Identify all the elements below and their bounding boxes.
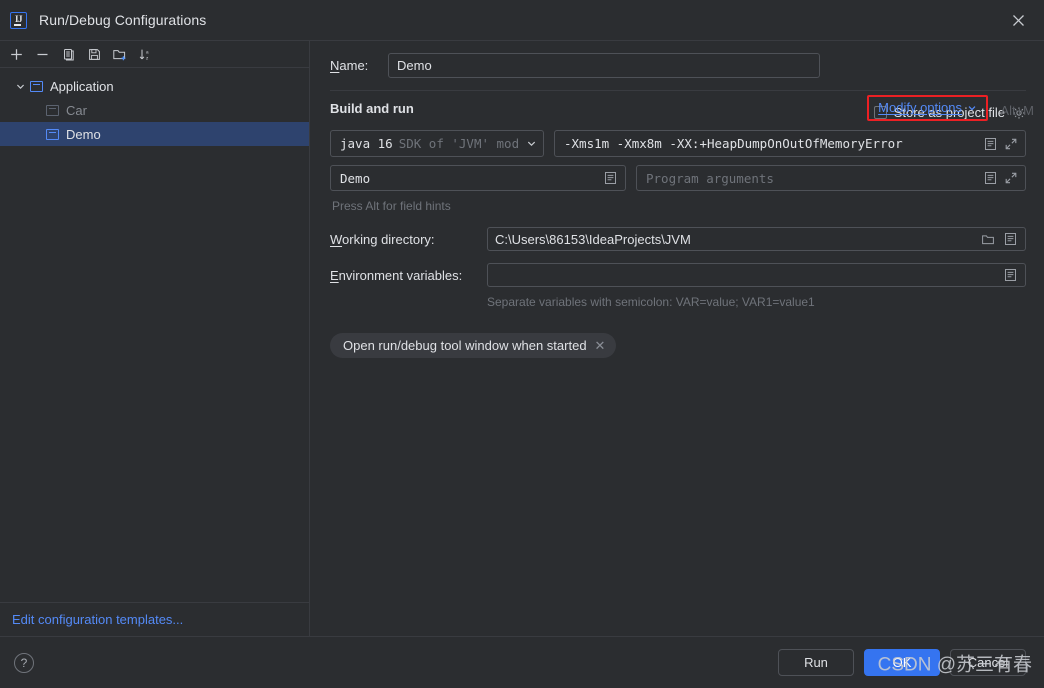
ok-button[interactable]: OK bbox=[864, 649, 940, 676]
sort-alphabetically-icon[interactable]: a z bbox=[134, 43, 158, 65]
working-directory-label: Working directory: bbox=[330, 231, 435, 247]
section-title: Build and run bbox=[330, 101, 414, 116]
tree-item-label: Car bbox=[66, 102, 87, 118]
close-icon[interactable] bbox=[1006, 8, 1030, 32]
build-run-fields: java 16 SDK of 'JVM' mod -Xms1m -Xmx8m -… bbox=[310, 130, 1044, 358]
configuration-form: Name: Demo Store as project file Build a… bbox=[310, 40, 1044, 636]
chip-label: Open run/debug tool window when started bbox=[343, 338, 587, 353]
build-and-run-section-header: Build and run Modify options Alt+M bbox=[310, 91, 1044, 121]
chevron-down-icon[interactable] bbox=[526, 138, 537, 149]
insert-macro-icon[interactable] bbox=[1000, 232, 1021, 246]
application-config-icon bbox=[46, 104, 59, 116]
options-chip-row: Open run/debug tool window when started … bbox=[330, 333, 1026, 358]
help-button[interactable]: ? bbox=[14, 652, 34, 673]
footer-buttons: Run OK Cancel bbox=[778, 649, 1026, 676]
save-configuration-button[interactable] bbox=[82, 43, 106, 65]
remove-configuration-button[interactable] bbox=[30, 43, 54, 65]
environment-variables-hint: Separate variables with semicolon: VAR=v… bbox=[487, 295, 815, 309]
environment-variables-input[interactable] bbox=[487, 263, 1026, 287]
working-directory-row: Working directory: C:\Users\86153\IdeaPr… bbox=[330, 227, 1026, 251]
svg-text:a: a bbox=[146, 49, 149, 54]
intellij-idea-icon: IJ bbox=[10, 11, 27, 29]
tree-group-label: Application bbox=[50, 78, 114, 94]
environment-variables-row: Environment variables: bbox=[330, 263, 1026, 287]
main-class-and-args-row: Demo Program arguments bbox=[330, 165, 1026, 191]
add-configuration-button[interactable] bbox=[4, 43, 28, 65]
title-bar: IJ Run/Debug Configurations bbox=[0, 0, 1044, 40]
environment-variables-label: Environment variables: bbox=[330, 267, 463, 283]
jre-select[interactable]: java 16 SDK of 'JVM' mod bbox=[330, 130, 544, 157]
modify-options-shortcut: Alt+M bbox=[1000, 103, 1034, 118]
chevron-down-icon[interactable] bbox=[967, 103, 977, 113]
svg-text:z: z bbox=[146, 55, 149, 60]
expand-icon[interactable] bbox=[1001, 171, 1021, 185]
folder-icon[interactable] bbox=[976, 233, 1000, 246]
configurations-panel: a z Application Car Demo Edit configurat… bbox=[0, 40, 310, 636]
tree-item-car[interactable]: Car bbox=[0, 98, 309, 122]
jre-description: SDK of 'JVM' mod bbox=[398, 136, 520, 151]
insert-macro-icon[interactable] bbox=[980, 171, 1001, 185]
expand-icon[interactable] bbox=[1001, 137, 1021, 151]
cancel-button[interactable]: Cancel bbox=[950, 649, 1026, 676]
tree-item-label: Demo bbox=[66, 126, 101, 142]
chevron-down-icon[interactable] bbox=[12, 78, 28, 94]
name-input[interactable]: Demo bbox=[388, 53, 820, 78]
program-arguments-input[interactable]: Program arguments bbox=[636, 165, 1026, 191]
program-arguments-placeholder: Program arguments bbox=[646, 170, 774, 186]
working-directory-value: C:\Users\86153\IdeaProjects\JVM bbox=[495, 231, 691, 247]
application-config-icon bbox=[30, 80, 43, 92]
insert-macro-icon[interactable] bbox=[980, 137, 1001, 151]
tree-group-application[interactable]: Application bbox=[0, 74, 309, 98]
vm-options-input[interactable]: -Xms1m -Xmx8m -XX:+HeapDumpOnOutOfMemory… bbox=[554, 130, 1026, 157]
field-hint: Press Alt for field hints bbox=[332, 199, 451, 213]
run-debug-configurations-dialog: IJ Run/Debug Configurations a z Applicat… bbox=[0, 0, 1044, 688]
dialog-footer: ? Run OK Cancel CSDN @苏三有春 bbox=[0, 636, 1044, 688]
name-label: Name: bbox=[330, 58, 369, 73]
main-class-value: Demo bbox=[340, 170, 371, 186]
modify-options-highlight[interactable]: Modify options bbox=[867, 95, 988, 121]
close-small-icon[interactable]: ✕ bbox=[595, 339, 606, 352]
dialog-body: a z Application Car Demo Edit configurat… bbox=[0, 40, 1044, 636]
new-folder-icon[interactable] bbox=[108, 43, 132, 65]
edit-configuration-templates-link[interactable]: Edit configuration templates... bbox=[12, 612, 183, 627]
copy-configuration-button[interactable] bbox=[56, 43, 80, 65]
jre-value: java 16 bbox=[340, 136, 393, 151]
vm-options-value: -Xms1m -Xmx8m -XX:+HeapDumpOnOutOfMemory… bbox=[564, 136, 903, 151]
open-tool-window-chip[interactable]: Open run/debug tool window when started … bbox=[330, 333, 617, 358]
application-config-icon bbox=[46, 128, 59, 140]
name-row: Name: Demo bbox=[310, 41, 1044, 78]
window-title: Run/Debug Configurations bbox=[39, 12, 207, 28]
modify-options-link[interactable]: Modify options bbox=[878, 100, 962, 115]
edit-templates-footer: Edit configuration templates... bbox=[0, 602, 309, 636]
run-button[interactable]: Run bbox=[778, 649, 854, 676]
tree-item-demo[interactable]: Demo bbox=[0, 122, 309, 146]
insert-macro-icon[interactable] bbox=[600, 171, 621, 185]
insert-macro-icon[interactable] bbox=[1000, 268, 1021, 282]
sdk-and-vm-row: java 16 SDK of 'JVM' mod -Xms1m -Xmx8m -… bbox=[330, 130, 1026, 157]
configurations-toolbar: a z bbox=[0, 41, 309, 68]
configurations-tree: Application Car Demo bbox=[0, 68, 309, 602]
main-class-input[interactable]: Demo bbox=[330, 165, 626, 191]
working-directory-input[interactable]: C:\Users\86153\IdeaProjects\JVM bbox=[487, 227, 1026, 251]
